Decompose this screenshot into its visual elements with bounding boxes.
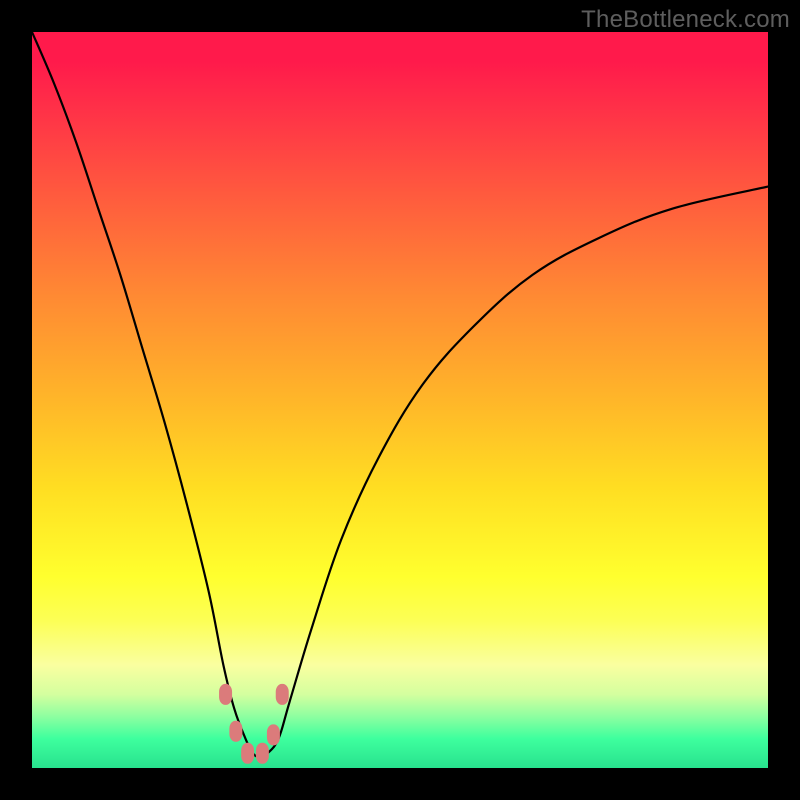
curve-marker xyxy=(256,743,269,764)
curve-markers xyxy=(219,684,289,764)
chart-frame: TheBottleneck.com xyxy=(0,0,800,800)
curve-marker xyxy=(267,724,280,745)
curve-marker xyxy=(219,684,232,705)
watermark-text: TheBottleneck.com xyxy=(581,6,790,34)
plot-area xyxy=(32,32,768,768)
curve-marker xyxy=(276,684,289,705)
curve-marker xyxy=(229,721,242,742)
bottleneck-curve xyxy=(32,32,768,757)
curve-marker xyxy=(241,743,254,764)
bottleneck-curve-svg xyxy=(32,32,768,768)
